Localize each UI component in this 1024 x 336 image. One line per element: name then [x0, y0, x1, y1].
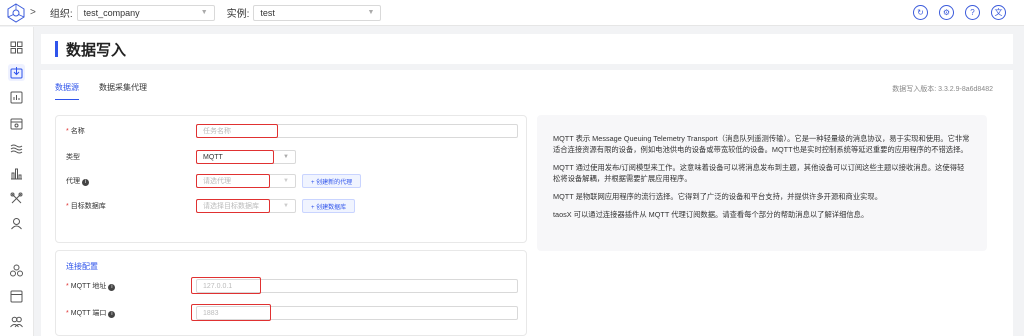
dashboard-icon[interactable] [8, 39, 25, 56]
mqtt-host-placeholder: 127.0.0.1 [203, 282, 233, 290]
target-db-label: * 目标数据库 [66, 203, 106, 210]
target-db-placeholder: 请选择目标数据库 [203, 203, 259, 210]
refresh-icon[interactable]: ↻ [913, 5, 928, 20]
description-paragraph: taosX 可以通过连接器插件从 MQTT 代理订阅数据。请查看每个部分的帮助消… [553, 210, 869, 219]
logo-icon[interactable] [4, 2, 28, 24]
chevron-down-icon: ▼ [200, 9, 208, 16]
mqtt-host-row: * MQTT 地址 i 127.0.0.1 [66, 277, 518, 294]
instance-label: 实例: [226, 9, 250, 20]
help-icon[interactable]: ? [965, 5, 980, 20]
info-icon: i [108, 311, 116, 318]
stream-icon[interactable] [8, 140, 25, 157]
data-in-icon[interactable] [8, 64, 25, 81]
mqtt-port-input[interactable]: 1883 [191, 304, 518, 321]
agent-select-placeholder: 请选代理 [203, 178, 231, 185]
name-input-placeholder: 任务名称 [203, 128, 231, 135]
sidebar [0, 27, 34, 336]
mqtt-port-placeholder: 1883 [203, 309, 219, 317]
page-title: 数据写入 [66, 41, 127, 59]
cluster-icon[interactable] [8, 262, 25, 279]
language-icon[interactable]: 文 [991, 5, 1006, 20]
agent-select[interactable]: 请选代理 ▼ [196, 174, 296, 188]
description-paragraph: MQTT 表示 Message Queuing Telemetry Transp… [553, 134, 970, 154]
name-input[interactable]: 任务名称 [196, 124, 518, 138]
org-label: 组织: [49, 9, 73, 20]
description-panel: MQTT 表示 Message Queuing Telemetry Transp… [537, 115, 987, 251]
title-accent-bar [55, 41, 58, 57]
settings-icon[interactable]: ⚙ [939, 5, 954, 20]
tab-agent[interactable]: 数据采集代理 [99, 82, 147, 100]
create-database-button[interactable]: + 创建数据库 [302, 199, 356, 213]
main-content: 数据源 数据采集代理 数据写入版本: 3.3.2.9-8a6d8482 * 名称 … [41, 70, 1013, 336]
user-icon[interactable] [8, 215, 25, 232]
version-text: 数据写入版本: 3.3.2.9-8a6d8482 [892, 86, 993, 93]
chevron-down-icon: ▼ [367, 9, 375, 16]
connection-config-title: 连接配置 [66, 262, 98, 271]
mqtt-port-label: * MQTT 端口 i [66, 308, 196, 318]
info-icon: i [82, 179, 89, 186]
explorer-icon[interactable] [8, 89, 25, 106]
chart-icon[interactable] [8, 165, 25, 182]
org-select[interactable]: test_company ▼ [76, 4, 215, 21]
calendar-icon[interactable] [8, 115, 25, 132]
type-select[interactable]: MQTT ▼ [196, 150, 296, 164]
org-select-value: test_company [83, 7, 140, 18]
users-icon[interactable] [8, 313, 25, 330]
type-label: 类型 [66, 154, 80, 161]
create-agent-button[interactable]: + 创建新的代理 [302, 174, 362, 188]
instance-select-value: test [260, 7, 275, 18]
chevron-down-icon: ▼ [283, 178, 289, 184]
mqtt-host-label: * MQTT 地址 i [66, 281, 196, 291]
chevron-right-icon[interactable]: > [30, 7, 36, 18]
type-select-value: MQTT [203, 153, 223, 161]
connection-config-card: 连接配置 * MQTT 地址 i 127.0.0.1 * MQTT 端口 i 1883 [55, 250, 527, 336]
name-label: * 名称 [66, 128, 85, 135]
tab-data-source[interactable]: 数据源 [55, 82, 79, 100]
chevron-down-icon: ▼ [283, 154, 289, 160]
agent-row: 代理 i 请选代理 ▼ + 创建新的代理 [66, 174, 362, 188]
basic-config-card: *名称 任务名称 类型 MQTT ▼ 代理i 请选代理 ▼ + 创建新的代理 [55, 115, 527, 243]
target-db-select[interactable]: 请选择目标数据库 ▼ [196, 199, 296, 213]
tools-icon[interactable] [8, 190, 25, 207]
description-paragraph: MQTT 是物联网应用程序的流行选择。它得到了广泛的设备和平台支持，并提供许多开… [553, 192, 883, 201]
mqtt-host-input[interactable]: 127.0.0.1 [191, 277, 518, 294]
page-header: 数据写入 [41, 34, 1013, 64]
tab-bar: 数据源 数据采集代理 [55, 82, 147, 100]
description-paragraph: MQTT 通过使用发布/订阅模型来工作。这意味着设备可以将消息发布到主题，其他设… [553, 163, 965, 183]
type-row: 类型 MQTT ▼ [66, 150, 296, 164]
mqtt-port-row: * MQTT 端口 i 1883 [66, 304, 518, 321]
info-icon: i [108, 284, 116, 291]
instance-select[interactable]: test ▼ [253, 4, 382, 21]
target-db-row: * 目标数据库 请选择目标数据库 ▼ + 创建数据库 [66, 199, 356, 213]
name-row: * 名称 任务名称 [66, 124, 518, 138]
chevron-down-icon: ▼ [283, 203, 289, 209]
window-icon[interactable] [8, 288, 25, 305]
top-bar: > 组织: test_company ▼ 实例: test ▼ ↻ ⚙ ? 文 [0, 0, 1024, 26]
agent-label: 代理 i [66, 176, 196, 186]
